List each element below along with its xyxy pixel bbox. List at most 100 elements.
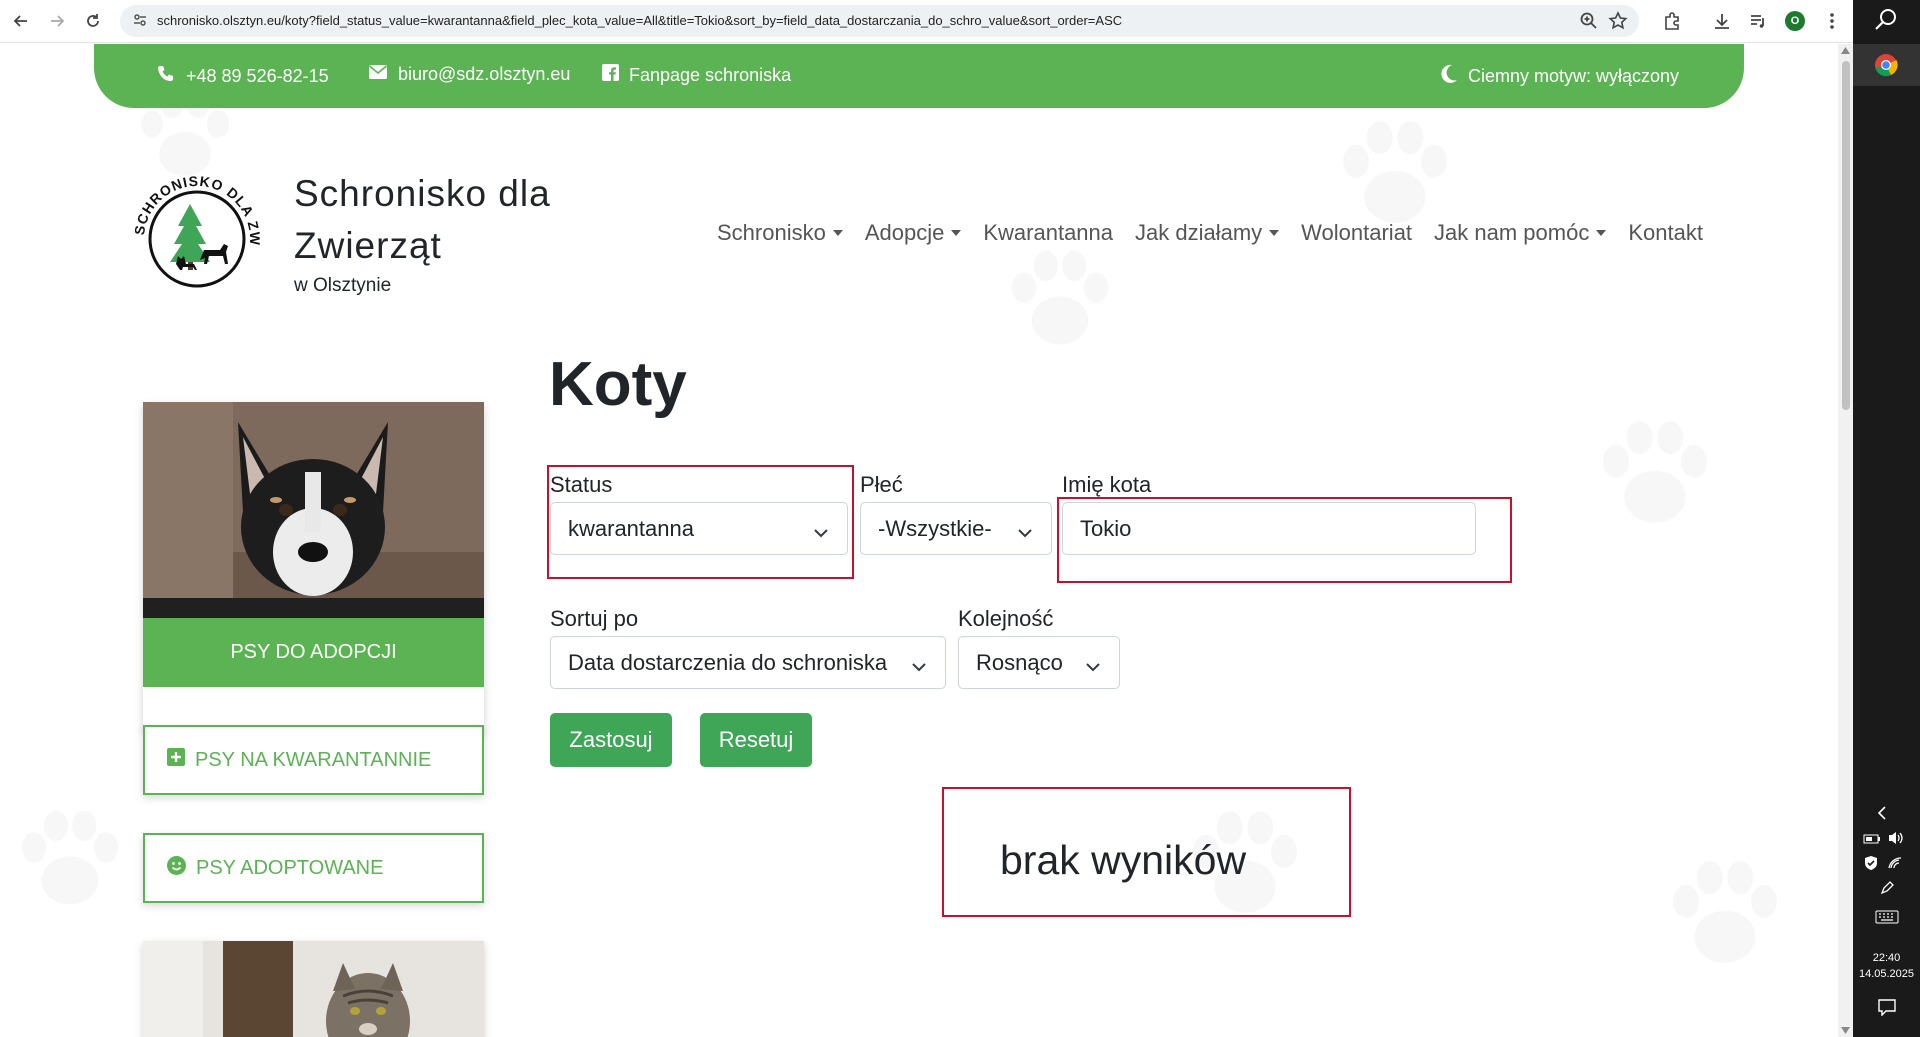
nav-label: Adopcje [864,220,945,245]
taskbar-app-chrome[interactable] [1853,44,1920,86]
nav-item-kwarantanna[interactable]: Kwarantanna [983,220,1113,246]
sort-by-label: Sortuj po [550,606,639,631]
sex-label: Płeć [860,472,903,497]
phone-text: +48 89 526-82-15 [186,66,329,86]
phone-icon [156,64,176,89]
cat-name-value: Tokio [1080,515,1132,541]
status-select[interactable]: kwarantanna [550,502,848,555]
extensions-icon[interactable] [1660,9,1684,33]
paw-print-decoration [22,810,118,905]
cat-photo-card[interactable] [143,941,484,1037]
status-label: Status [550,472,613,497]
scroll-up-arrow-icon[interactable] [1841,47,1850,54]
web-page: +48 89 526-82-15 biuro@sdz.olsztyn.eu Fa… [0,44,1838,1037]
site-subtitle: w Olsztynie [294,275,392,296]
sort-by-select[interactable]: Data dostarczenia do schroniska [550,636,946,689]
search-icon[interactable] [1873,6,1899,37]
nav-item-schronisko[interactable]: Schronisko [717,220,843,246]
paw-print-decoration [1603,421,1707,523]
caret-down-icon [832,230,843,236]
caret-down-icon [951,230,962,236]
url-text[interactable]: schronisko.olsztyn.eu/koty?field_status_… [157,13,1122,28]
nav-item-adopcje[interactable]: Adopcje [865,220,962,246]
dark-mode-toggle[interactable]: Ciemny motyw: wyłączony [1440,64,1679,89]
smile-icon [167,855,186,881]
chevron-down-icon [1085,655,1101,681]
site-logo[interactable]: SCHRONISKO DLA ZWIERZĄT W OLSZTYNIE [115,151,272,314]
clock-date: 14.05.2025 [1858,968,1915,980]
profile-avatar[interactable]: O [1785,11,1805,31]
dog-photo [143,402,484,618]
zoom-icon[interactable] [1579,11,1599,36]
back-icon[interactable] [8,8,34,34]
address-bar[interactable]: schronisko.olsztyn.eu/koty?field_status_… [120,5,1639,37]
scroll-down-arrow-icon[interactable] [1841,1027,1850,1034]
nav-item-kontakt[interactable]: Kontakt [1628,220,1703,246]
clock-time: 22:40 [1872,952,1901,964]
email-link[interactable]: biuro@sdz.olsztyn.eu [368,64,570,85]
caret-down-icon [1269,230,1280,236]
no-results-text: brak wyników [1000,837,1247,883]
dogs-for-adoption-card[interactable]: PSY DO ADOPCJI [143,402,484,731]
reload-icon[interactable] [80,8,106,34]
paw-print-decoration [1673,861,1777,963]
chevron-down-icon [911,655,927,681]
security-shield-icon[interactable] [1863,855,1879,876]
phone-link[interactable]: +48 89 526-82-15 [156,64,329,89]
nav-label: Kontakt [1628,220,1703,245]
moon-icon [1440,64,1458,89]
dogs-for-adoption-label: PSY DO ADOPCJI [143,618,484,687]
wifi-icon[interactable] [1887,856,1903,875]
nav-item-jak-dzialamy[interactable]: Jak działamy [1135,220,1280,246]
menu-dots-icon[interactable] [1820,9,1844,33]
dark-mode-text: Ciemny motyw: wyłączony [1468,66,1680,86]
fanpage-text: Fanpage schroniska [629,64,792,85]
nav-label: Jak nam pomóc [1434,220,1590,245]
cat-photo [143,941,484,1037]
scrollbar-thumb[interactable] [1842,61,1850,410]
battery-icon[interactable] [1863,832,1881,850]
email-text: biuro@sdz.olsztyn.eu [398,64,571,84]
download-icon[interactable] [1710,9,1734,33]
sort-by-selected-value: Data dostarczenia do schroniska [568,649,888,675]
page-scrollbar[interactable] [1838,44,1853,1037]
fanpage-link[interactable]: Fanpage schroniska [602,64,791,86]
cat-name-label: Imię kota [1062,472,1152,497]
caret-down-icon [1596,230,1607,236]
site-info-icon[interactable] [132,12,148,33]
keyboard-icon[interactable] [1875,910,1899,929]
dogs-in-quarantine-button[interactable]: PSY NA KWARANTANNIE [143,725,484,795]
chevron-down-icon [1017,521,1033,547]
bookmark-star-icon[interactable] [1608,11,1628,36]
site-title-line2: Zwierząt [294,225,442,266]
adopted-dogs-button[interactable]: PSY ADOPTOWANE [143,833,484,903]
taskbar: 22:40 14.05.2025 [1853,0,1920,1037]
nav-label: Jak działamy [1135,220,1263,245]
speaker-icon[interactable] [1887,830,1905,851]
sex-selected-value: -Wszystkie- [878,515,992,541]
nav-item-jak-nam-pomoc[interactable]: Jak nam pomóc [1434,220,1607,246]
media-control-icon[interactable] [1746,9,1770,33]
chevron-left-icon[interactable] [1877,806,1887,825]
apply-button[interactable]: Zastosuj [550,713,672,767]
nav-label: Wolontariat [1301,220,1413,245]
cat-name-input[interactable]: Tokio [1062,502,1476,555]
nav-label: Schronisko [717,220,826,245]
sex-select[interactable]: -Wszystkie- [860,502,1052,555]
pen-icon[interactable] [1879,880,1895,901]
nav-item-wolontariat[interactable]: Wolontariat [1301,220,1412,246]
reset-button[interactable]: Resetuj [700,713,812,767]
contact-bar: +48 89 526-82-15 biuro@sdz.olsztyn.eu Fa… [94,44,1744,108]
notification-icon[interactable] [1877,998,1897,1021]
browser-toolbar: schronisko.olsztyn.eu/koty?field_status_… [0,0,1853,43]
facebook-icon [602,64,619,86]
no-results-box: brak wyników [942,787,1351,917]
plus-square-icon [167,748,185,772]
taskbar-clock[interactable]: 22:40 14.05.2025 [1853,950,1920,982]
forward-icon[interactable] [44,8,70,34]
envelope-icon [368,64,388,85]
site-title[interactable]: Schronisko dla Zwierząt [294,168,551,272]
order-select[interactable]: Rosnąco [958,636,1120,689]
main-navigation: Schronisko Adopcje Kwarantanna Jak dział… [717,220,1703,246]
adopted-dogs-label: PSY ADOPTOWANE [196,856,384,879]
